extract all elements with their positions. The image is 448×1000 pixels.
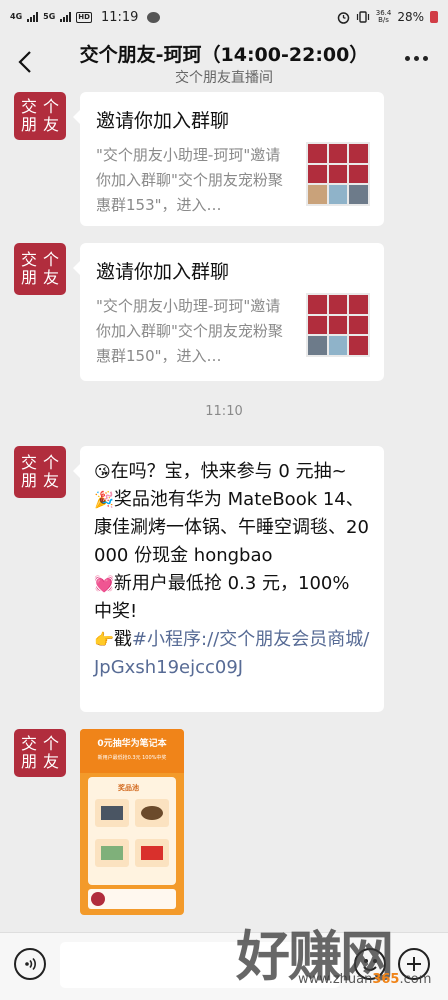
message-timestamp: 11:10 [205,404,243,419]
back-button[interactable] [14,48,36,76]
dot-icon [414,56,419,61]
sender-avatar[interactable]: 交个朋友 [14,243,66,295]
status-right: 36.4 B/s 28% [337,10,438,24]
message-notification-icon [147,11,161,23]
avatar-char: 朋 [20,471,37,490]
mini-program-link[interactable]: #小程序://交个朋友会员商城/JpGxsh19ejcc09J [94,629,369,678]
invite-card-description: "交个朋友小助理-珂珂"邀请你加入群聊"交个朋友宠粉聚惠群153"，进入… [96,146,283,214]
party-popper-emoji-icon: 🎉 [94,490,114,509]
smiley-icon [363,966,377,971]
signal-icon [60,12,72,22]
cash-prize-icon [95,839,129,867]
poster-header: 0元抽华为笔记本 新用户最低抢0.3元 100%中奖 [80,729,184,773]
invite-card-title: 邀请你加入群聊 [96,261,230,283]
avatar-char: 个 [42,453,59,472]
text-message-bubble[interactable]: 😘在吗？宝，快来参与 0 元抽~ 🎉奖品池有华为 MateBook 14、 康佳… [73,446,384,712]
message-text: 奖品池有华为 MateBook 14、 康佳涮烤一体锅、午睡空调毯、20000 … [94,489,369,566]
prize-pool-label: 奖品池 [118,784,139,792]
message-line: 💓新用户最低抢 0.3 元，100% 中奖! [94,570,370,626]
battery-icon [430,11,438,23]
more-options-button[interactable] [405,56,428,61]
pointing-hand-emoji-icon: 👉 [94,630,114,649]
avatar-char: 个 [42,97,59,116]
message-input[interactable] [60,942,340,988]
network-4g: 4G [10,12,23,21]
sender-avatar[interactable]: 交个朋友 [14,729,66,777]
sender-avatar[interactable]: 交个朋友 [14,92,66,140]
avatar-char: 友 [42,471,59,490]
chevron-left-icon [18,51,31,73]
sender-avatar[interactable]: 交个朋友 [14,446,66,498]
poster-logo-icon [91,892,105,906]
dot-icon [405,56,410,61]
speed-unit: B/s [378,16,389,24]
avatar-char: 友 [42,752,59,771]
avatar-char: 朋 [20,268,37,287]
voice-icon [25,957,36,971]
chat-input-bar [0,932,448,1000]
promo-poster-image[interactable]: 0元抽华为笔记本 新用户最低抢0.3元 100%中奖 奖品池 [80,729,184,915]
poster-subtitle: 新用户最低抢0.3元 100%中奖 [97,755,167,761]
avatar-char: 交 [20,453,37,472]
group-thumbnail [306,142,370,206]
message-text: 戳 [113,629,132,650]
hd-badge: HD [76,11,92,23]
kiss-emoji-icon: 😘 [94,462,111,481]
network-5g: 5G [43,12,56,21]
invite-card-description: "交个朋友小助理-珂珂"邀请你加入群聊"交个朋友宠粉聚惠群150"，进入… [96,297,283,365]
laptop-prize-icon [95,799,129,827]
poster-footer [88,889,176,909]
message-line: 😘在吗？宝，快来参与 0 元抽~ [94,458,370,486]
message-text: 在吗？宝，快来参与 0 元抽~ [110,461,347,482]
network-speed: 36.4 B/s [376,10,392,24]
status-bar: 4G 5G HD 11:19 36.4 B/s 28% [0,0,448,34]
cooker-prize-icon [135,799,169,827]
chat-subtitle: 交个朋友直播间 [175,70,273,86]
avatar-char: 交 [20,250,37,269]
heart-emoji-icon: 💓 [94,574,114,593]
avatar-char: 友 [42,268,59,287]
signal-icon [27,12,39,22]
avatar-char: 个 [42,734,59,753]
avatar-char: 个 [42,250,59,269]
avatar-char: 朋 [20,752,37,771]
prize-pool: 奖品池 [88,777,176,885]
status-left: 4G 5G HD 11:19 [10,9,161,25]
group-invite-card[interactable]: 邀请你加入群聊 "交个朋友小助理-珂珂"邀请你加入群聊"交个朋友宠粉聚惠群153… [73,92,384,226]
more-functions-button[interactable] [398,948,430,980]
dot-icon [423,56,428,61]
red-packet-prize-icon [135,839,169,867]
message-line: 👉戳#小程序://交个朋友会员商城/JpGxsh19ejcc09J [94,626,370,682]
message-text: 新用户最低抢 0.3 元，100% 中奖! [94,573,350,622]
plus-icon [407,957,421,971]
battery-percent: 28% [397,10,424,24]
message-line: 🎉奖品池有华为 MateBook 14、 康佳涮烤一体锅、午睡空调毯、20000… [94,486,370,570]
poster-title: 0元抽华为笔记本 [97,739,167,749]
avatar-char: 友 [42,115,59,134]
group-invite-card[interactable]: 邀请你加入群聊 "交个朋友小助理-珂珂"邀请你加入群聊"交个朋友宠粉聚惠群150… [73,243,384,381]
avatar-char: 交 [20,97,37,116]
avatar-char: 朋 [20,115,37,134]
emoji-button[interactable] [354,948,386,980]
vibrate-icon [356,11,369,23]
voice-input-button[interactable] [14,948,46,980]
chat-header: 交个朋友-珂珂（14:00-22:00） 交个朋友直播间 [0,34,448,90]
avatar-char: 交 [20,734,37,753]
chat-title: 交个朋友-珂珂（14:00-22:00） [79,44,369,66]
alarm-icon [337,11,349,24]
group-thumbnail [306,293,370,357]
invite-card-title: 邀请你加入群聊 [96,110,230,132]
status-time: 11:19 [100,9,139,25]
